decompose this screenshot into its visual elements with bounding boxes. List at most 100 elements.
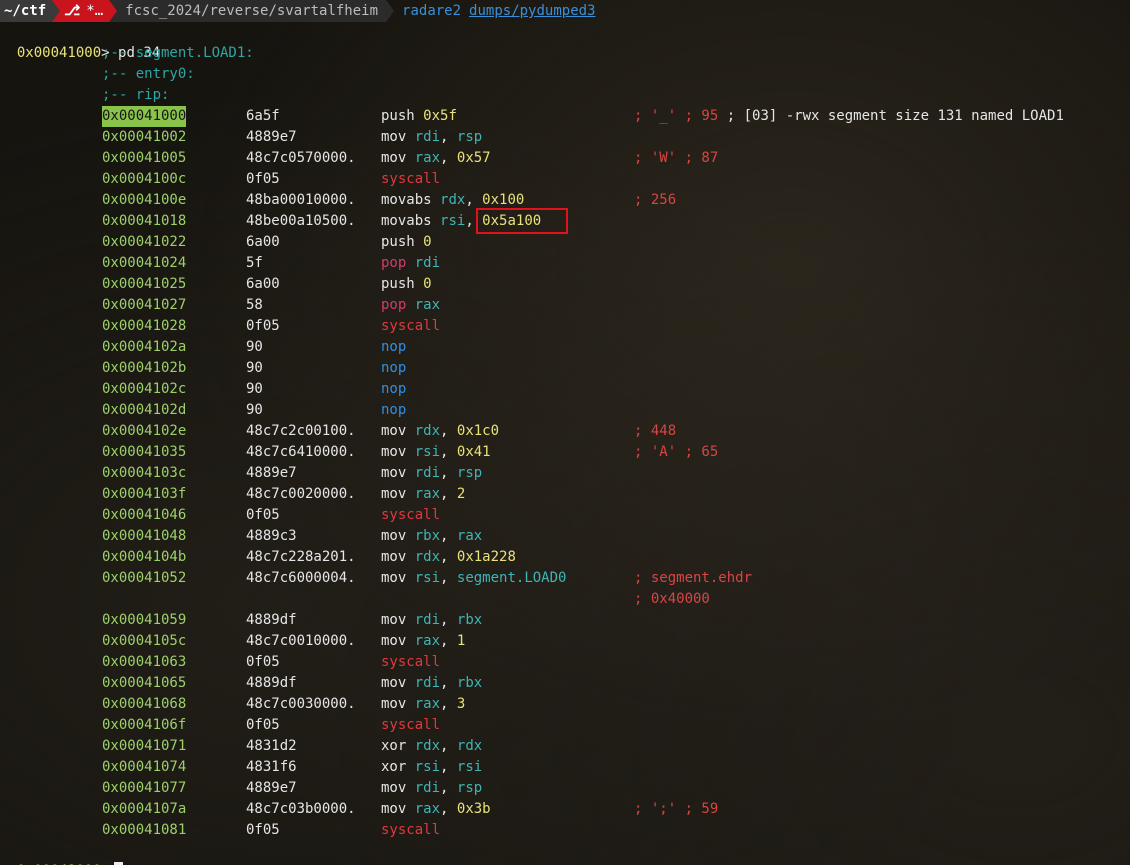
instruction-address: 0x00041077 <box>102 780 187 796</box>
instruction-address: 0x00041002 <box>102 129 187 145</box>
disasm-row: 0x0004105c 48c7c0010000. mov rax, 1 <box>0 631 1130 652</box>
instruction-bytes: 4889df <box>246 612 297 628</box>
instruction-text: mov rdx, 0x1a228 <box>381 547 516 568</box>
disasm-row: 0x00041077 4889e7 mov rdi, rsp <box>0 778 1130 799</box>
instruction-text: syscall <box>381 169 440 190</box>
instruction-operands: rax, 3 <box>414 696 466 712</box>
instruction-text: mov rsi, 0x41 <box>381 442 491 463</box>
instruction-text: mov rax, 3 <box>381 694 465 715</box>
instruction-text: syscall <box>381 652 440 673</box>
flag-comment: ;-- rip: <box>102 87 170 103</box>
instruction-mnemonic: mov <box>381 612 407 628</box>
instruction-text: mov rdi, rsp <box>381 463 482 484</box>
instruction-mnemonic: mov <box>381 423 407 439</box>
command-argument-link[interactable]: dumps/pydumped3 <box>469 3 595 19</box>
instruction-mnemonic: syscall <box>381 717 441 733</box>
disasm-row: 0x00041074 4831f6 xor rsi, rsi <box>0 757 1130 778</box>
instruction-mnemonic: mov <box>381 129 407 145</box>
instruction-text: mov rsi, segment.LOAD0 <box>381 568 566 589</box>
instruction-operands: 0 <box>423 276 432 292</box>
disasm-row: 0x00041052 48c7c6000004. mov rsi, segment.… <box>0 568 1130 589</box>
disasm-row: 0x0004102a 90 nop <box>0 337 1130 358</box>
instruction-address: 0x00041028 <box>102 318 187 334</box>
instruction-mnemonic: push <box>381 234 415 250</box>
instruction-mnemonic: movabs <box>381 213 432 229</box>
instruction-operands: 0 <box>423 234 432 250</box>
instruction-operands: rax, 0x3b <box>414 801 491 817</box>
disasm-row: 0x00041071 4831d2 xor rdx, rdx <box>0 736 1130 757</box>
instruction-operands: rax, 2 <box>414 486 466 502</box>
instruction-operands: rax, 0x57 <box>414 150 491 166</box>
instruction-operands: rsi, 0x41 <box>414 444 491 460</box>
instruction-address: 0x0004102e <box>102 423 187 439</box>
instruction-address: 0x0004103f <box>102 486 187 502</box>
instruction-address: 0x0004100c <box>102 171 187 187</box>
instruction-mnemonic: mov <box>381 528 407 544</box>
instruction-bytes: 48c7c0010000. <box>246 633 356 649</box>
instruction-text: syscall <box>381 715 440 736</box>
instruction-text: syscall <box>381 505 440 526</box>
instruction-text: xor rdx, rdx <box>381 736 482 757</box>
instruction-operands: rax <box>414 297 441 313</box>
instruction-bytes: 90 <box>246 360 263 376</box>
instruction-bytes: 4889df <box>246 675 297 691</box>
instruction-bytes: 48c7c2c00100. <box>246 423 356 439</box>
instruction-comment: ; 256 <box>634 192 677 208</box>
disasm-row: 0x00041005 48c7c0570000. mov rax, 0x57 ; 'W… <box>0 148 1130 169</box>
instruction-text: mov rdi, rbx <box>381 673 482 694</box>
disasm-row: 0x00041065 4889df mov rdi, rbx <box>0 673 1130 694</box>
disasm-row: 0x00041035 48c7c6410000. mov rsi, 0x41 ; 'A… <box>0 442 1130 463</box>
shell-prompt: ~/ctf ⎇ *… fcsc_2024/reverse/svartalfhei… <box>0 0 1130 22</box>
instruction-text: push 0 <box>381 274 432 295</box>
disasm-row: 0x0004102b 90 nop <box>0 358 1130 379</box>
disasm-row: 0x0004100c 0f05 syscall <box>0 169 1130 190</box>
instruction-text: mov rax, 1 <box>381 631 465 652</box>
instruction-mnemonic: push <box>381 108 415 124</box>
instruction-address: 0x0004100e <box>102 192 187 208</box>
instruction-bytes: 48c7c0570000. <box>246 150 356 166</box>
disasm-row: 0x00041059 4889df mov rdi, rbx <box>0 610 1130 631</box>
instruction-bytes: 4831f6 <box>246 759 297 775</box>
disasm-row: 0x0004102d 90 nop <box>0 400 1130 421</box>
instruction-text: mov rdx, 0x1c0 <box>381 421 499 442</box>
instruction-bytes: 0f05 <box>246 507 280 523</box>
instruction-operands: rdx, rdx <box>414 738 483 754</box>
instruction-mnemonic: nop <box>381 360 407 376</box>
instruction-bytes: 48c7c6000004. <box>246 570 356 586</box>
instruction-text: mov rdi, rsp <box>381 778 482 799</box>
instruction-text: nop <box>381 337 406 358</box>
instruction-operands: rdi, rsp <box>414 465 483 481</box>
instruction-mnemonic: syscall <box>381 318 441 334</box>
instruction-bytes: 48c7c0030000. <box>246 696 356 712</box>
instruction-mnemonic: movabs <box>381 192 432 208</box>
instruction-bytes: 6a00 <box>246 234 280 250</box>
disasm-row: 0x0004103f 48c7c0020000. mov rax, 2 <box>0 484 1130 505</box>
instruction-text: push 0x5f <box>381 106 457 127</box>
instruction-bytes: 48c7c228a201. <box>246 549 356 565</box>
instruction-operands: rdx, 0x100 <box>440 192 525 208</box>
instruction-text: pop rax <box>381 295 440 316</box>
instruction-address: 0x0004107a <box>102 801 187 817</box>
instruction-operands: rdi, rsp <box>414 780 483 796</box>
segment-info-comment: ; [03] -rwx segment size 131 named LOAD1 <box>718 108 1064 124</box>
instruction-bytes: 90 <box>246 402 263 418</box>
flag-comment: ;-- entry0: <box>102 66 195 82</box>
disasm-row: 0x00041027 58 pop rax <box>0 295 1130 316</box>
disasm-row: 0x00041024 5f pop rdi <box>0 253 1130 274</box>
instruction-mnemonic: pop <box>381 297 407 313</box>
instruction-text: mov rdi, rsp <box>381 127 482 148</box>
r2-input-line[interactable]: 0x00041000> <box>0 840 123 865</box>
instruction-address: 0x00041048 <box>102 528 187 544</box>
instruction-comment: ; segment.ehdr <box>634 570 753 586</box>
instruction-address: 0x0004102d <box>102 402 187 418</box>
instruction-mnemonic: syscall <box>381 507 441 523</box>
instruction-address: 0x00041065 <box>102 675 187 691</box>
disasm-row: 0x00041068 48c7c0030000. mov rax, 3 <box>0 694 1130 715</box>
instruction-bytes: 0f05 <box>246 822 280 838</box>
instruction-address: 0x00041024 <box>102 255 187 271</box>
instruction-operands: rdi, rbx <box>414 612 483 628</box>
instruction-comment: ; 'W' ; 87 <box>634 150 719 166</box>
disasm-row: 0x00041081 0f05 syscall <box>0 820 1130 841</box>
r2-command-line[interactable]: 0x00041000> pd 34 <box>0 22 160 61</box>
instruction-bytes: 4889c3 <box>246 528 297 544</box>
